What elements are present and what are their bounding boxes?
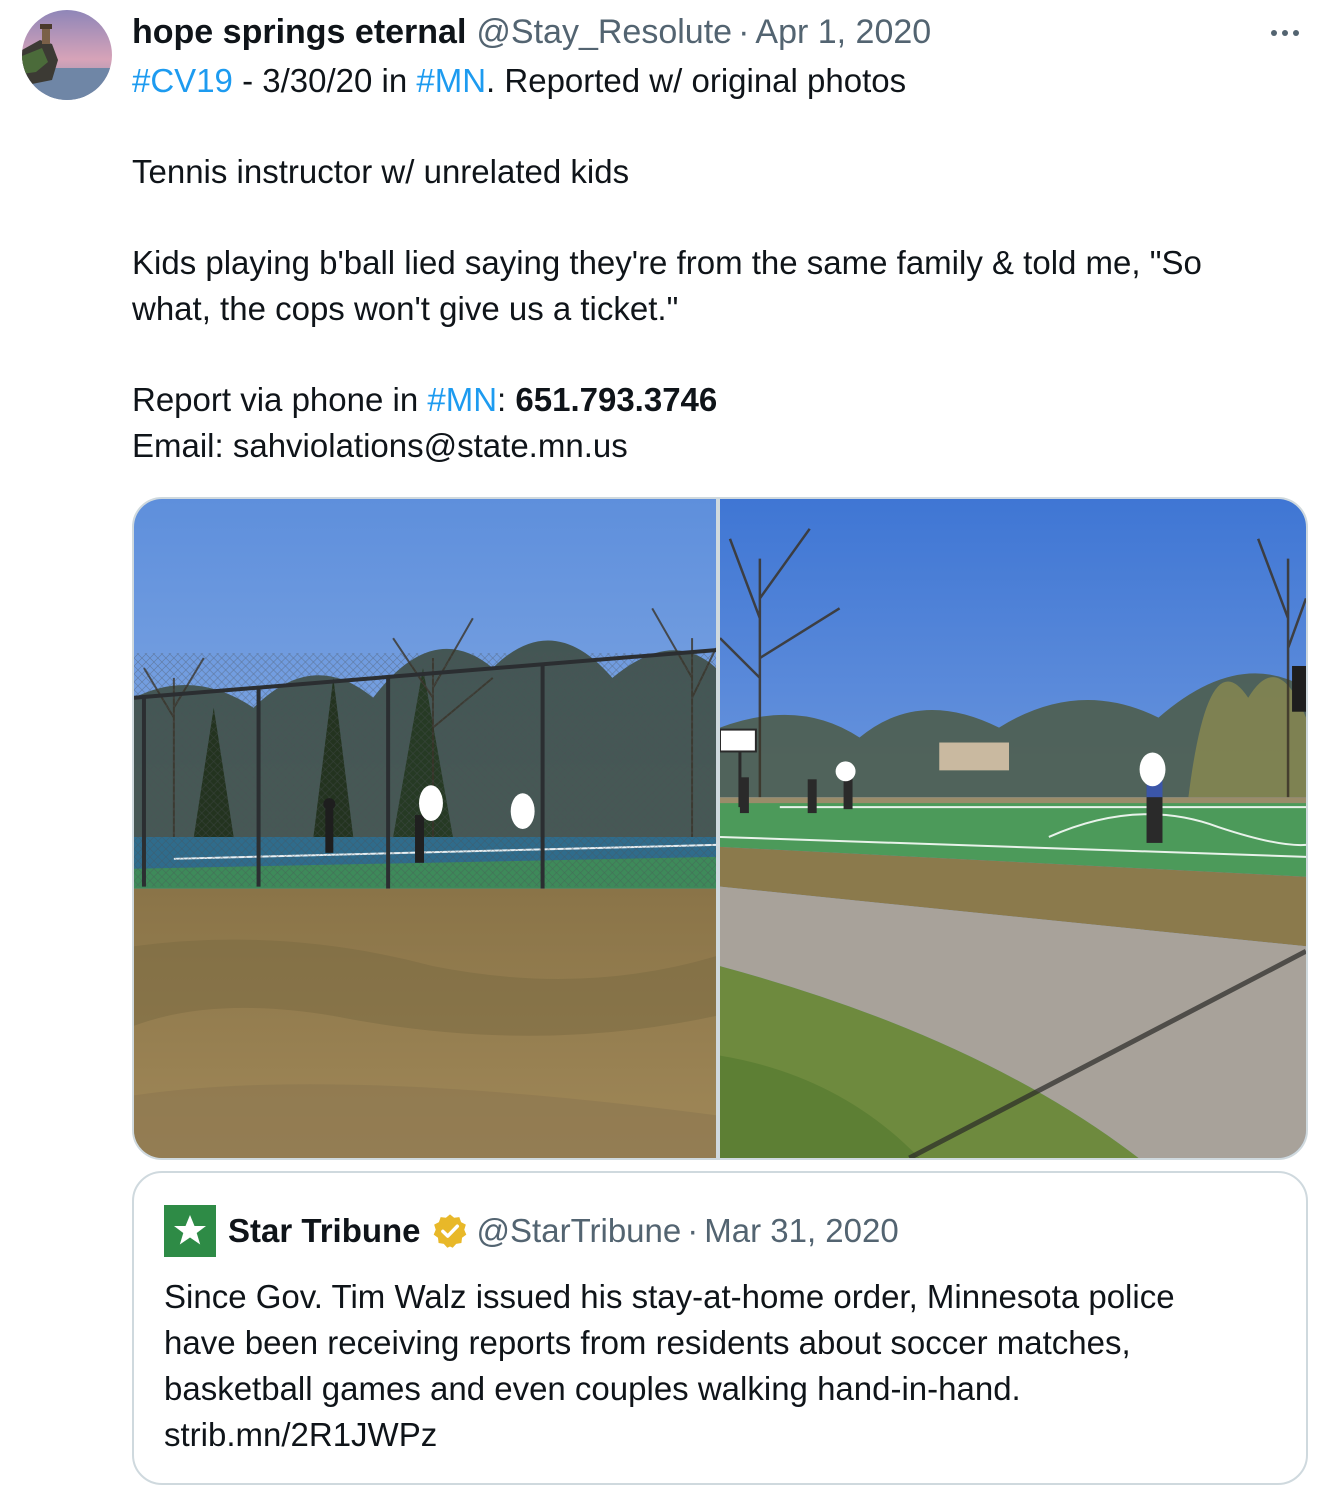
quoted-tweet-text: Since Gov. Tim Walz issued his stay-at-h…: [164, 1274, 1284, 1458]
quoted-tweet[interactable]: Star Tribune @StarTribune · Mar 31, 2020…: [132, 1171, 1308, 1485]
quoted-link[interactable]: strib.mn/2R1JWPz: [164, 1412, 1284, 1458]
quoted-line-2: have been receiving reports from residen…: [164, 1324, 1131, 1361]
quoted-tweet-date: Mar 31, 2020: [704, 1212, 899, 1249]
phone-number: 651.793.3746: [515, 381, 718, 418]
tweet-header: hope springs eternal @Stay_Resolute · Ap…: [132, 12, 931, 52]
tweet-line-6: Email: sahviolations@state.mn.us: [132, 427, 628, 464]
quoted-line-3: basketball games and even couples walkin…: [164, 1370, 1021, 1407]
hashtag-mn-2[interactable]: #MN: [427, 381, 497, 418]
tweet-line-5: Report via phone in #MN: 651.793.3746: [132, 381, 718, 418]
quoted-line-1: Since Gov. Tim Walz issued his stay-at-h…: [164, 1278, 1175, 1315]
lighthouse-avatar-icon: [22, 10, 112, 100]
quoted-author-name: Star Tribune: [228, 1212, 421, 1249]
tweet-date[interactable]: Apr 1, 2020: [755, 13, 931, 52]
author-display-name[interactable]: hope springs eternal: [132, 13, 466, 52]
more-dots-icon: [1271, 30, 1277, 36]
quoted-separator-dot: ·: [687, 1212, 699, 1249]
author-avatar[interactable]: [22, 10, 112, 100]
gold-verified-badge-icon: [433, 1214, 466, 1248]
tweet-text: #CV19 - 3/30/20 in #MN. Reported w/ orig…: [132, 58, 1302, 469]
basketball-court-photo[interactable]: [720, 499, 1306, 1158]
quoted-tweet-header: Star Tribune @StarTribune · Mar 31, 2020: [164, 1205, 899, 1257]
tweet-line-3: Kids playing b'ball lied saying they're …: [132, 244, 1202, 281]
media-grid: [132, 497, 1308, 1160]
tweet-line-4: what, the cops won't give us a ticket.": [132, 290, 679, 327]
hashtag-cv19[interactable]: #CV19: [132, 62, 233, 99]
tweet-line-2: Tennis instructor w/ unrelated kids: [132, 153, 630, 190]
quoted-author-handle: @StarTribune: [476, 1212, 682, 1249]
author-handle[interactable]: @Stay_Resolute: [476, 13, 732, 52]
separator-dot: ·: [738, 12, 750, 51]
tweet-line-1: #CV19 - 3/30/20 in #MN. Reported w/ orig…: [132, 62, 907, 99]
hashtag-mn[interactable]: #MN: [416, 62, 486, 99]
star-logo-icon: [164, 1205, 216, 1257]
more-options-button[interactable]: [1262, 16, 1308, 50]
tennis-court-photo[interactable]: [134, 499, 716, 1158]
